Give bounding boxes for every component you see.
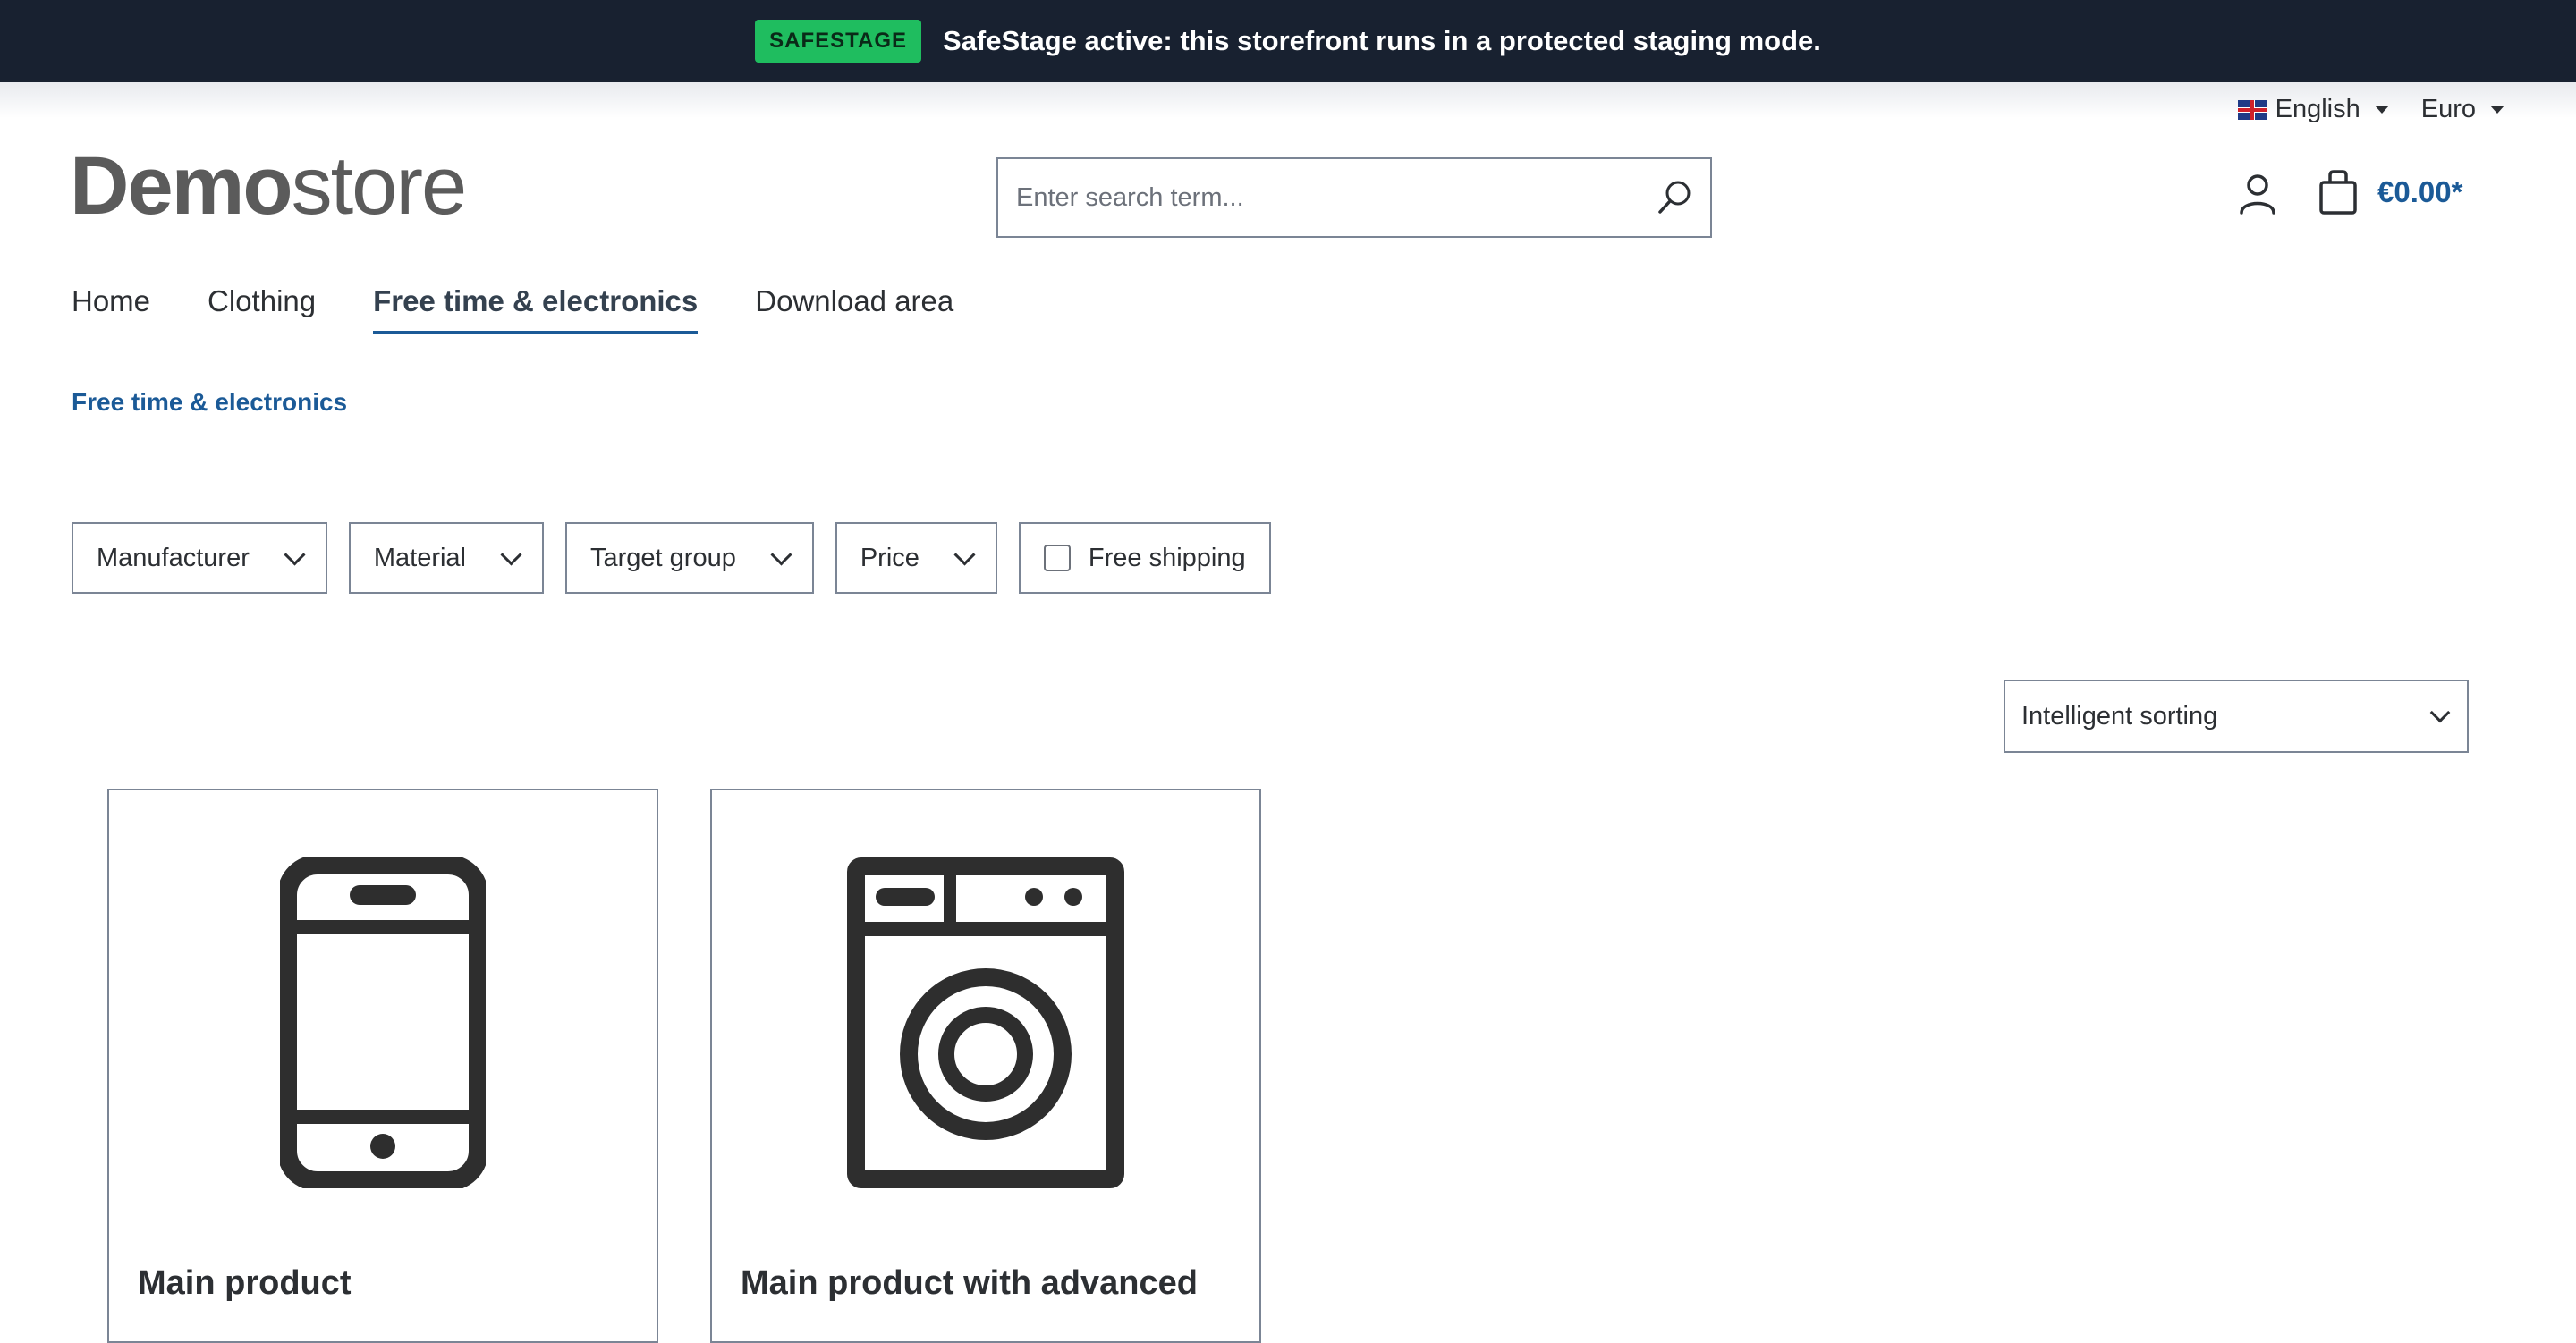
search-icon	[1658, 181, 1690, 214]
language-selector[interactable]: English	[2237, 95, 2389, 124]
chevron-down-icon	[500, 543, 522, 566]
cart-button[interactable]: €0.00*	[2317, 168, 2462, 216]
filter-label: Target group	[590, 543, 736, 572]
language-label: English	[2275, 95, 2360, 123]
safestage-badge: SAFESTAGE	[755, 20, 922, 63]
filter-label: Price	[860, 543, 919, 572]
shopping-bag-icon	[2319, 170, 2357, 215]
logo-light-text: store	[291, 140, 468, 232]
breadcrumb-current[interactable]: Free time & electronics	[72, 388, 347, 416]
filter-panel: Manufacturer Material Target group Price…	[72, 522, 1271, 594]
currency-selector[interactable]: Euro	[2421, 95, 2504, 124]
chevron-down-icon	[284, 543, 306, 566]
product-title[interactable]: Main product with advanced	[741, 1264, 1198, 1303]
top-bar: English Euro	[2237, 95, 2504, 124]
free-shipping-checkbox[interactable]	[1043, 545, 1071, 571]
currency-label: Euro	[2420, 95, 2476, 123]
nav-item-clothing[interactable]: Clothing	[208, 284, 316, 334]
washing-machine-icon	[847, 857, 1124, 1188]
filter-label: Manufacturer	[97, 543, 250, 572]
header-shadow	[0, 82, 2576, 118]
chevron-down-icon	[770, 543, 792, 566]
product-card[interactable]: Main product	[107, 789, 658, 1343]
nav-item-home[interactable]: Home	[72, 284, 150, 334]
chevron-down-icon	[2429, 702, 2451, 723]
safestage-message: SafeStage active: this storefront runs i…	[943, 25, 1821, 56]
filter-target-group[interactable]: Target group	[565, 522, 814, 594]
sorting-select[interactable]: Intelligent sorting	[2004, 680, 2469, 753]
product-card[interactable]: Main product with advanced	[710, 789, 1261, 1343]
main-navigation: Home Clothing Free time & electronics Do…	[72, 284, 953, 334]
logo-bold-text: Demo	[70, 140, 293, 232]
product-title[interactable]: Main product	[138, 1264, 352, 1303]
account-button[interactable]	[2233, 170, 2283, 220]
filter-free-shipping[interactable]: Free shipping	[1018, 522, 1271, 594]
store-logo[interactable]: Demostore	[70, 145, 467, 227]
search-box	[996, 157, 1712, 238]
user-icon	[2240, 174, 2275, 215]
filter-material[interactable]: Material	[348, 522, 545, 594]
safestage-banner: SAFESTAGE SafeStage active: this storefr…	[0, 0, 2576, 82]
breadcrumb[interactable]: Free time & electronics	[72, 388, 347, 417]
nav-item-free-time-electronics[interactable]: Free time & electronics	[373, 284, 699, 334]
caret-down-icon	[2490, 106, 2504, 114]
caret-down-icon	[2374, 106, 2389, 114]
smartphone-icon	[280, 857, 486, 1188]
filter-manufacturer[interactable]: Manufacturer	[72, 522, 327, 594]
filter-label: Free shipping	[1088, 543, 1246, 572]
filter-label: Material	[373, 543, 467, 572]
sorting-selected: Intelligent sorting	[2021, 701, 2218, 731]
nav-item-download-area[interactable]: Download area	[755, 284, 953, 334]
search-input[interactable]	[998, 162, 1639, 233]
product-image[interactable]	[127, 808, 639, 1237]
cart-total: €0.00*	[2377, 175, 2463, 208]
search-button[interactable]	[1639, 162, 1710, 233]
product-image[interactable]	[730, 808, 1241, 1237]
filter-price[interactable]: Price	[835, 522, 997, 594]
uk-flag-icon	[2237, 99, 2267, 120]
chevron-down-icon	[953, 543, 976, 566]
